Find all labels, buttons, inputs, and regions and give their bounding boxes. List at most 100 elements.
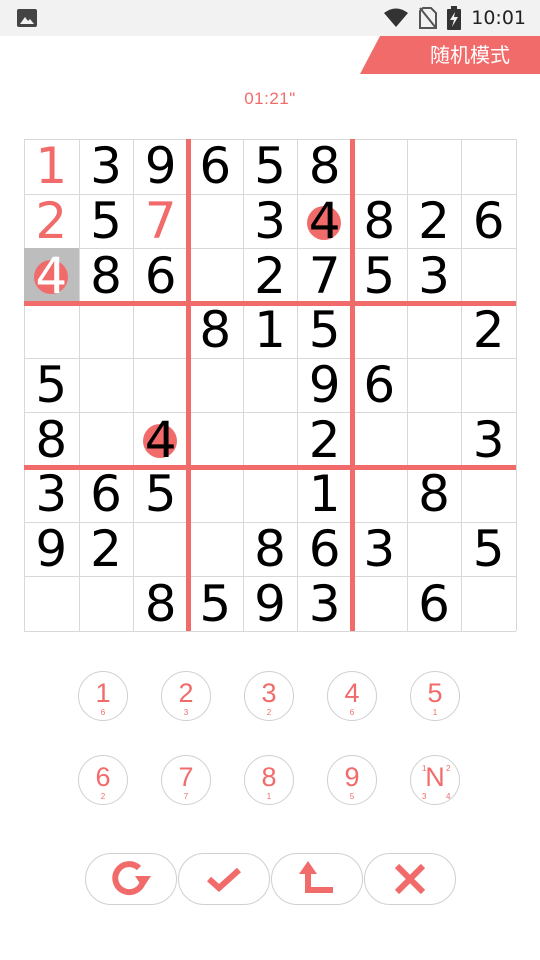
- board-cell-r9c2[interactable]: [79, 576, 134, 631]
- board-cell-r8c5[interactable]: 8: [243, 520, 298, 578]
- board-cell-r9c4[interactable]: 5: [188, 575, 243, 633]
- board-cell-r9c3[interactable]: 8: [133, 575, 188, 633]
- board-cell-r8c1[interactable]: 9: [24, 520, 79, 578]
- board-cell-r5c6[interactable]: 9: [297, 356, 352, 414]
- board-cell-r9c6[interactable]: 3: [297, 575, 352, 633]
- board-cell-r4c8[interactable]: [407, 303, 462, 358]
- board-cell-r8c3[interactable]: [133, 522, 188, 577]
- number-button-digit: 2: [178, 678, 194, 708]
- number-button-5[interactable]: 51: [410, 671, 460, 721]
- board-cell-r6c8[interactable]: [407, 412, 462, 467]
- board-cell-r7c3[interactable]: 5: [133, 465, 188, 523]
- board-cell-r4c7[interactable]: [352, 303, 407, 358]
- board-cell-r1c3[interactable]: 9: [133, 137, 188, 195]
- cell-value: 2: [90, 519, 122, 578]
- board-cell-r7c6[interactable]: 1: [297, 465, 352, 523]
- board-cell-r2c6[interactable]: 4: [297, 192, 352, 250]
- restart-button[interactable]: [85, 853, 177, 905]
- undo-button[interactable]: [271, 853, 363, 905]
- board-cell-r6c9[interactable]: 3: [461, 411, 516, 469]
- board-cell-r1c8[interactable]: [407, 139, 462, 194]
- board-cell-r5c5[interactable]: [243, 358, 298, 413]
- board-cell-r1c7[interactable]: [352, 139, 407, 194]
- board-cell-r7c4[interactable]: [188, 467, 243, 522]
- board-cell-r2c5[interactable]: 3: [243, 192, 298, 250]
- number-button-1[interactable]: 16: [78, 671, 128, 721]
- number-button-3[interactable]: 32: [244, 671, 294, 721]
- notes-mode-button[interactable]: N1 2 3 4: [410, 755, 460, 805]
- board-cell-r6c6[interactable]: 2: [297, 411, 352, 469]
- board-cell-r8c9[interactable]: 5: [461, 520, 516, 578]
- board-cell-r8c4[interactable]: [188, 522, 243, 577]
- board-cell-r7c2[interactable]: 6: [79, 465, 134, 523]
- board-cell-r4c6[interactable]: 5: [297, 301, 352, 359]
- board-cell-r1c4[interactable]: 6: [188, 137, 243, 195]
- board-cell-r5c3[interactable]: [133, 358, 188, 413]
- board-cell-r6c3[interactable]: 4: [133, 411, 188, 469]
- board-cell-r4c3[interactable]: [133, 303, 188, 358]
- board-cell-r8c8[interactable]: [407, 522, 462, 577]
- number-button-7[interactable]: 77: [161, 755, 211, 805]
- board-cell-r8c6[interactable]: 6: [297, 520, 352, 578]
- board-cell-r4c4[interactable]: 8: [188, 301, 243, 359]
- board-cell-r9c7[interactable]: [352, 576, 407, 631]
- board-cell-r3c1[interactable]: 4: [24, 247, 79, 305]
- board-cell-r3c5[interactable]: 2: [243, 247, 298, 305]
- board-cell-r7c5[interactable]: [243, 467, 298, 522]
- board-cell-r2c4[interactable]: [188, 194, 243, 249]
- board-cell-r5c9[interactable]: [461, 358, 516, 413]
- notes-corner-digit: 1: [422, 764, 427, 773]
- board-cell-r3c4[interactable]: [188, 248, 243, 303]
- board-cell-r9c9[interactable]: [461, 576, 516, 631]
- board-cell-r4c2[interactable]: [79, 303, 134, 358]
- board-cell-r1c6[interactable]: 8: [297, 137, 352, 195]
- board-cell-r3c9[interactable]: [461, 248, 516, 303]
- number-button-4[interactable]: 46: [327, 671, 377, 721]
- board-cell-r9c8[interactable]: 6: [407, 575, 462, 633]
- board-cell-r3c2[interactable]: 8: [79, 247, 134, 305]
- board-cell-r6c2[interactable]: [79, 412, 134, 467]
- check-button[interactable]: [178, 853, 270, 905]
- board-cell-r9c5[interactable]: 9: [243, 575, 298, 633]
- number-button-8[interactable]: 81: [244, 755, 294, 805]
- board-cell-r2c2[interactable]: 5: [79, 192, 134, 250]
- board-cell-r1c9[interactable]: [461, 139, 516, 194]
- number-button-digit: 7: [178, 762, 194, 792]
- board-cell-r1c1[interactable]: 1: [24, 137, 79, 195]
- board-cell-r6c1[interactable]: 8: [24, 411, 79, 469]
- board-cell-r2c8[interactable]: 2: [407, 192, 462, 250]
- board-cell-r1c5[interactable]: 5: [243, 137, 298, 195]
- board-cell-r9c1[interactable]: [24, 576, 79, 631]
- wifi-icon: [384, 8, 409, 27]
- board-cell-r7c9[interactable]: [461, 467, 516, 522]
- board-cell-r5c2[interactable]: [79, 358, 134, 413]
- number-button-2[interactable]: 23: [161, 671, 211, 721]
- board-cell-r6c4[interactable]: [188, 412, 243, 467]
- board-cell-r8c2[interactable]: 2: [79, 519, 134, 578]
- board-cell-r3c6[interactable]: 7: [297, 247, 352, 305]
- board-cell-r5c7[interactable]: 6: [352, 356, 407, 414]
- board-cell-r7c1[interactable]: 3: [24, 465, 79, 523]
- number-button-6[interactable]: 62: [78, 755, 128, 805]
- board-cell-r5c4[interactable]: [188, 358, 243, 413]
- board-cell-r4c5[interactable]: 1: [243, 301, 298, 359]
- board-cell-r3c7[interactable]: 5: [352, 247, 407, 305]
- board-cell-r2c9[interactable]: 6: [461, 192, 516, 250]
- board-cell-r5c8[interactable]: [407, 358, 462, 413]
- board-cell-r3c3[interactable]: 6: [133, 247, 188, 305]
- board-cell-r6c7[interactable]: [352, 412, 407, 467]
- board-cell-r7c7[interactable]: [352, 467, 407, 522]
- board-cell-r8c7[interactable]: 3: [352, 520, 407, 578]
- board-cell-r1c2[interactable]: 3: [79, 137, 134, 195]
- board-cell-r3c8[interactable]: 3: [407, 247, 462, 305]
- board-cell-r4c1[interactable]: [24, 303, 79, 358]
- board-cell-r6c5[interactable]: [243, 412, 298, 467]
- board-cell-r4c9[interactable]: 2: [461, 301, 516, 359]
- board-cell-r2c7[interactable]: 8: [352, 192, 407, 250]
- board-cell-r2c3[interactable]: 7: [133, 192, 188, 250]
- board-cell-r5c1[interactable]: 5: [24, 356, 79, 414]
- clear-button[interactable]: [364, 853, 456, 905]
- board-cell-r2c1[interactable]: 2: [24, 192, 79, 250]
- number-button-9[interactable]: 95: [327, 755, 377, 805]
- board-cell-r7c8[interactable]: 8: [407, 465, 462, 523]
